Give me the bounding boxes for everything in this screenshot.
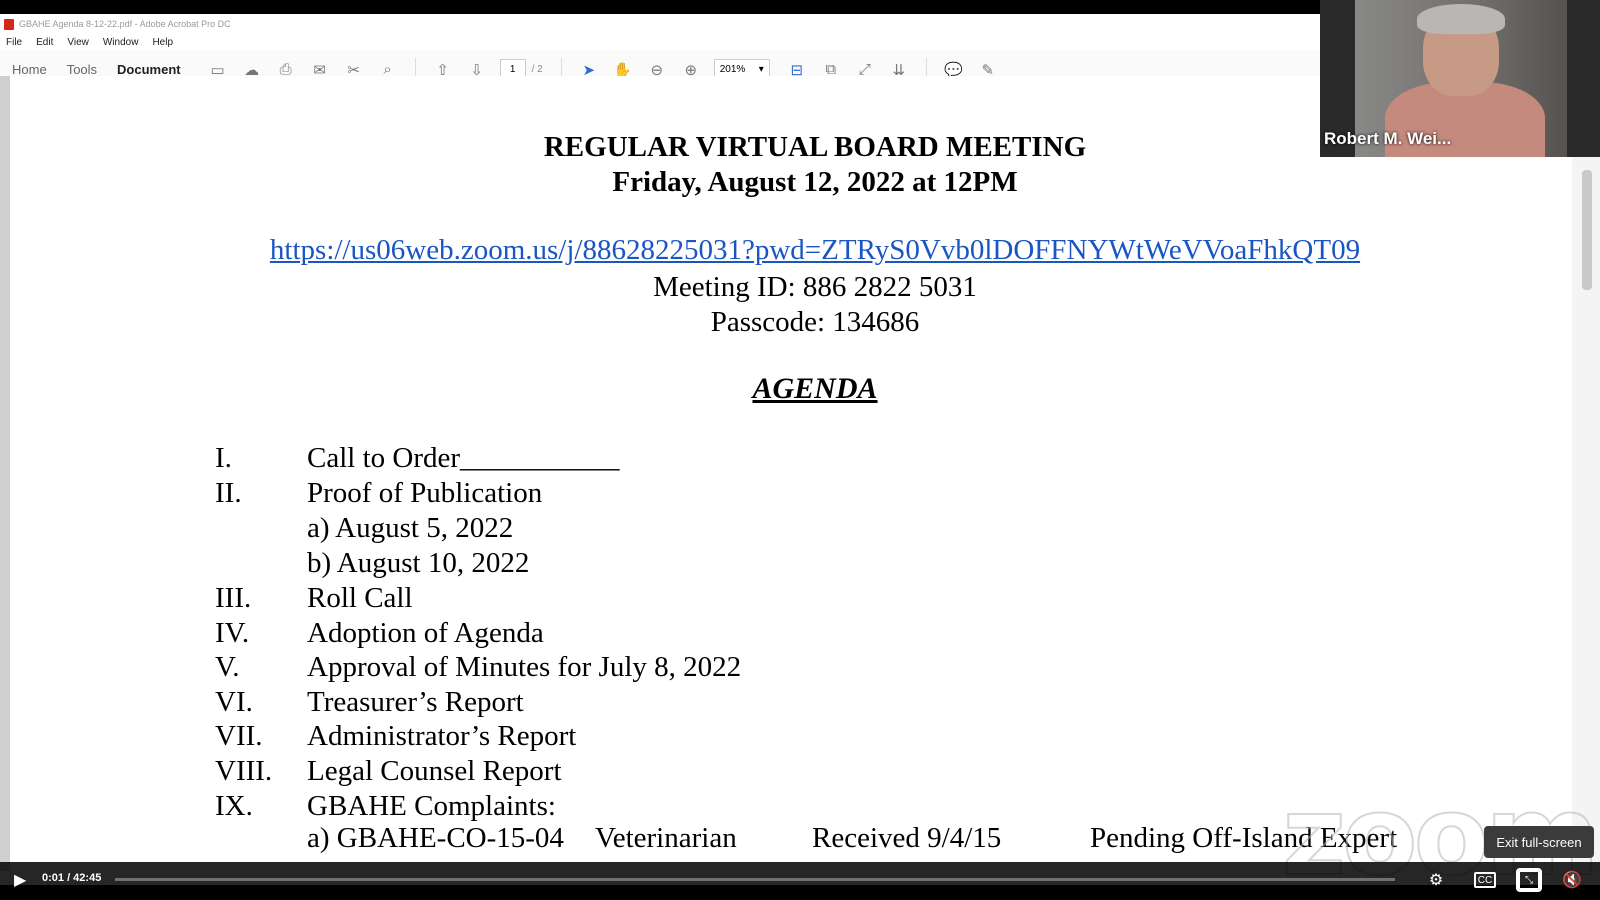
document-page[interactable]: REGULAR VIRTUAL BOARD MEETING Friday, Au…: [0, 76, 1600, 871]
mute-icon[interactable]: 🔇: [1560, 868, 1584, 892]
page-total: / 2: [531, 64, 543, 75]
meeting-date: Friday, August 12, 2022 at 12PM: [612, 166, 1018, 198]
agenda-title: AGENDA: [752, 372, 878, 405]
menu-edit[interactable]: Edit: [36, 37, 53, 48]
agenda-number: V.: [215, 651, 240, 683]
complaint-type: Veterinarian: [595, 822, 737, 854]
settings-gear-icon[interactable]: ⚙: [1424, 868, 1448, 892]
agenda-number: III.: [215, 582, 252, 614]
complaint-id: a) GBAHE-CO-15-04: [307, 822, 564, 854]
agenda-number: IV.: [215, 617, 250, 649]
participant-hair: [1417, 4, 1505, 34]
video-player[interactable]: GBAHE Agenda 8-12-22.pdf - Adobe Acrobat…: [0, 0, 1600, 900]
pdf-file-icon: [4, 18, 14, 30]
complaint-received: Received 9/4/15: [812, 822, 1002, 854]
chevron-down-icon: ▾: [758, 64, 764, 75]
agenda-number: IX.: [215, 790, 253, 822]
agenda-text: Legal Counsel Report: [307, 755, 562, 787]
exit-fullscreen-tooltip: Exit full-screen: [1484, 826, 1594, 858]
agenda-text: Call to Order___________: [307, 442, 620, 474]
zoom-value: 201%: [719, 64, 746, 75]
player-controls: ▶ 0:01 / 42:45 ⚙ CC ⤡ 🔇: [0, 862, 1600, 900]
passcode: Passcode: 134686: [710, 306, 920, 338]
zoom-link[interactable]: https://us06web.zoom.us/j/88628225031?pw…: [0, 234, 1600, 267]
progress-bar[interactable]: [115, 878, 1395, 881]
agenda-text: Proof of Publication: [307, 477, 543, 509]
agenda-text: Administrator’s Report: [307, 720, 577, 752]
menu-file[interactable]: File: [6, 37, 22, 48]
agenda-number: VI.: [215, 686, 253, 718]
agenda-number: I.: [215, 442, 232, 474]
meeting-id: Meeting ID: 886 2822 5031: [653, 271, 977, 303]
agenda-text: GBAHE Complaints:: [307, 790, 556, 822]
agenda-text: a) August 5, 2022: [307, 512, 514, 544]
captions-icon[interactable]: CC: [1474, 872, 1496, 888]
agenda-number: VII.: [215, 720, 263, 752]
agenda-text: b) August 10, 2022: [307, 547, 530, 579]
participant-name: Robert M. Wei...: [1324, 129, 1452, 148]
menu-view[interactable]: View: [67, 37, 89, 48]
menu-window[interactable]: Window: [103, 37, 139, 48]
exit-fullscreen-icon[interactable]: ⤡: [1516, 868, 1542, 892]
play-icon[interactable]: ▶: [14, 870, 26, 890]
agenda-text: Approval of Minutes for July 8, 2022: [307, 651, 742, 683]
playback-time: 0:01 / 42:45: [42, 872, 102, 884]
agenda-text: Adoption of Agenda: [307, 617, 544, 649]
window-title: GBAHE Agenda 8-12-22.pdf - Adobe Acrobat…: [19, 19, 231, 29]
agenda-number: II.: [215, 477, 242, 509]
agenda-number: VIII.: [215, 755, 273, 787]
menu-help[interactable]: Help: [152, 37, 173, 48]
participant-video[interactable]: Robert M. Wei...: [1320, 0, 1600, 157]
agenda-text: Treasurer’s Report: [307, 686, 524, 718]
agenda-text: Roll Call: [307, 582, 413, 614]
